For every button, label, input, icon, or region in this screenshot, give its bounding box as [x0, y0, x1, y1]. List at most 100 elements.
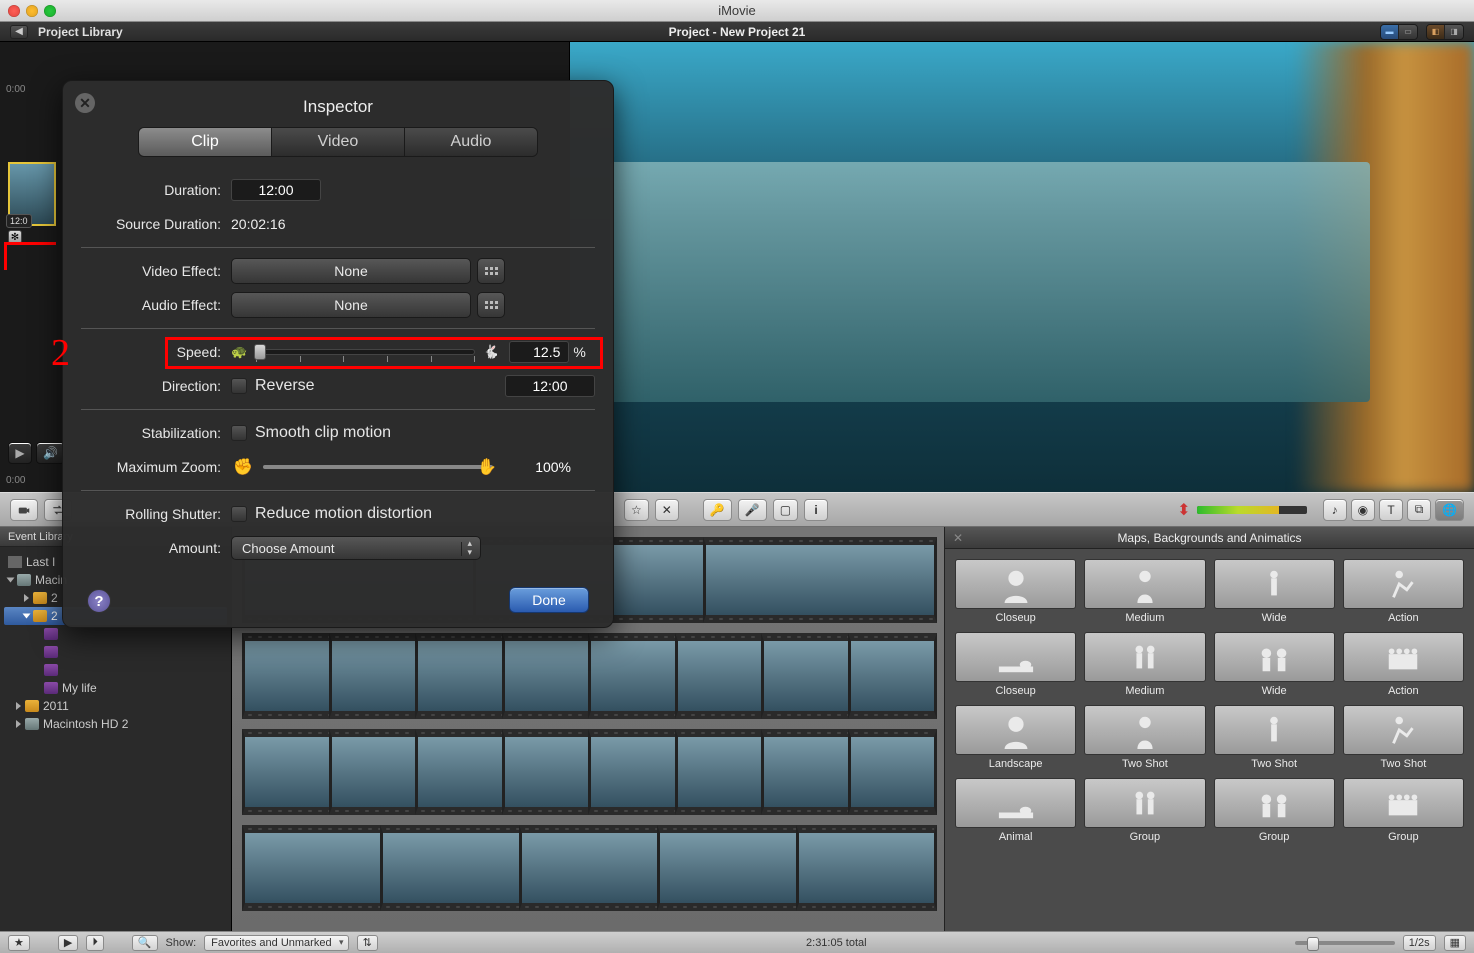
project-library-label[interactable]: Project Library: [38, 25, 123, 39]
transitions-browser-button[interactable]: ⧉: [1407, 499, 1431, 521]
animatic-thumb[interactable]: [1343, 559, 1464, 609]
thumb-duration-button[interactable]: 1/2s: [1403, 935, 1436, 951]
animatic-item[interactable]: Two Shot: [1214, 705, 1335, 770]
photo-browser-button[interactable]: ◉: [1351, 499, 1375, 521]
music-browser-button[interactable]: ♪: [1323, 499, 1347, 521]
animatic-item[interactable]: Wide: [1214, 632, 1335, 697]
animatic-thumb[interactable]: [955, 559, 1076, 609]
tree-item[interactable]: [4, 643, 227, 661]
tab-clip[interactable]: Clip: [139, 128, 272, 156]
view-grid-icon[interactable]: ▬: [1381, 25, 1399, 39]
tab-video[interactable]: Video: [272, 128, 405, 156]
animatic-thumb[interactable]: [955, 632, 1076, 682]
audio-effect-button[interactable]: None: [231, 292, 471, 318]
disclosure-icon[interactable]: [24, 594, 29, 602]
clip-row[interactable]: [242, 729, 934, 815]
animatic-thumb[interactable]: [955, 778, 1076, 828]
animatic-thumb[interactable]: [1084, 705, 1205, 755]
search-events-button[interactable]: 🔍: [132, 935, 158, 951]
swap-layout-icon[interactable]: ◧: [1427, 25, 1445, 39]
animatic-thumb[interactable]: [1214, 559, 1335, 609]
favorite-button[interactable]: ☆: [624, 499, 649, 521]
swap-layout2-icon[interactable]: ◨: [1445, 25, 1463, 39]
hand-open-icon[interactable]: ✋: [477, 457, 497, 477]
titles-browser-button[interactable]: T: [1379, 499, 1403, 521]
play-button[interactable]: ▶: [8, 442, 32, 464]
animatic-thumb[interactable]: [1343, 632, 1464, 682]
animatic-item[interactable]: Medium: [1084, 559, 1205, 624]
tab-audio[interactable]: Audio: [405, 128, 537, 156]
animatic-item[interactable]: Group: [1084, 778, 1205, 843]
tree-item[interactable]: [4, 661, 227, 679]
animatic-thumb[interactable]: [1214, 705, 1335, 755]
view-list-icon[interactable]: ▭: [1399, 25, 1417, 39]
animatic-item[interactable]: Wide: [1214, 559, 1335, 624]
max-zoom-slider[interactable]: ✋: [263, 465, 493, 469]
inspector-button[interactable]: i: [804, 499, 828, 521]
animatic-thumb[interactable]: [1084, 778, 1205, 828]
duration-field[interactable]: 12:00: [231, 179, 321, 201]
animatic-thumb[interactable]: [1214, 778, 1335, 828]
audio-levels-icon[interactable]: ⬍: [1177, 500, 1190, 520]
animatic-item[interactable]: Two Shot: [1084, 705, 1205, 770]
animatic-item[interactable]: Action: [1343, 632, 1464, 697]
maps-backgrounds-panel[interactable]: ✕ Maps, Backgrounds and Animatics Closeu…: [944, 527, 1474, 931]
back-button[interactable]: ◀: [10, 25, 28, 39]
play-fullscreen-button[interactable]: ▶: [58, 935, 78, 951]
animatic-item[interactable]: Animal: [955, 778, 1076, 843]
animatic-item[interactable]: Two Shot: [1343, 705, 1464, 770]
thumbnail-size-slider[interactable]: [1295, 941, 1395, 945]
animatic-thumb[interactable]: [1084, 559, 1205, 609]
clip-row[interactable]: [242, 825, 934, 911]
direction-time-field[interactable]: 12:00: [505, 375, 595, 397]
keyword-toggle-button[interactable]: ★: [8, 935, 30, 951]
animatic-item[interactable]: Closeup: [955, 632, 1076, 697]
video-effect-browser-icon[interactable]: [477, 258, 505, 284]
video-effect-button[interactable]: None: [231, 258, 471, 284]
camera-import-button[interactable]: [10, 499, 38, 521]
view-toggle-segment[interactable]: ◧ ◨: [1426, 24, 1464, 40]
tree-item[interactable]: Macintosh HD 2: [4, 715, 227, 733]
animatic-item[interactable]: Closeup: [955, 559, 1076, 624]
inspector-tab-bar[interactable]: Clip Video Audio: [138, 127, 538, 157]
animatic-thumb[interactable]: [1084, 632, 1205, 682]
disclosure-icon[interactable]: [16, 702, 21, 710]
disclosure-icon[interactable]: [7, 578, 15, 583]
animatic-thumb[interactable]: [1343, 705, 1464, 755]
tree-item[interactable]: 2011: [4, 697, 227, 715]
timeline-clip[interactable]: 12:0: [8, 162, 56, 226]
animatic-thumb[interactable]: [1343, 778, 1464, 828]
disclosure-icon[interactable]: [16, 720, 21, 728]
animatic-item[interactable]: Group: [1214, 778, 1335, 843]
voiceover-mic-button[interactable]: 🎤: [738, 499, 767, 521]
inspector-panel[interactable]: ✕ Inspector Clip Video Audio Duration: 1…: [62, 80, 614, 628]
close-inspector-button[interactable]: ✕: [75, 93, 95, 113]
speed-value-field[interactable]: 12.5: [509, 341, 569, 363]
reverse-checkbox[interactable]: [231, 378, 247, 394]
animatic-thumb[interactable]: [1214, 632, 1335, 682]
audio-effect-browser-icon[interactable]: [477, 292, 505, 318]
rolling-shutter-checkbox[interactable]: [231, 506, 247, 522]
animatic-item[interactable]: Group: [1343, 778, 1464, 843]
keyword-button[interactable]: 🔑: [703, 499, 732, 521]
thumb-view-button[interactable]: ▦: [1444, 935, 1466, 951]
voiceover-button[interactable]: 🔊: [36, 442, 65, 464]
help-button[interactable]: ?: [87, 589, 111, 613]
preview-viewer[interactable]: [570, 42, 1474, 492]
animatic-item[interactable]: Landscape: [955, 705, 1076, 770]
disclosure-icon[interactable]: [23, 614, 31, 619]
clip-row[interactable]: [242, 633, 934, 719]
speed-slider[interactable]: [255, 349, 475, 355]
crop-button[interactable]: ▢: [773, 499, 798, 521]
maps-browser-button[interactable]: 🌐: [1435, 499, 1464, 521]
stabilization-checkbox[interactable]: [231, 425, 247, 441]
close-panel-button[interactable]: ✕: [951, 531, 965, 545]
play-selection-button[interactable]: ⏵: [86, 935, 104, 951]
animatic-item[interactable]: Medium: [1084, 632, 1205, 697]
animatic-thumb[interactable]: [955, 705, 1076, 755]
tree-item[interactable]: My life: [4, 679, 227, 697]
filter-options-button[interactable]: ⇅: [357, 935, 378, 951]
show-filter-select[interactable]: Favorites and Unmarked: [204, 935, 348, 951]
amount-select[interactable]: Choose Amount▴▾: [231, 536, 481, 560]
animatic-item[interactable]: Action: [1343, 559, 1464, 624]
